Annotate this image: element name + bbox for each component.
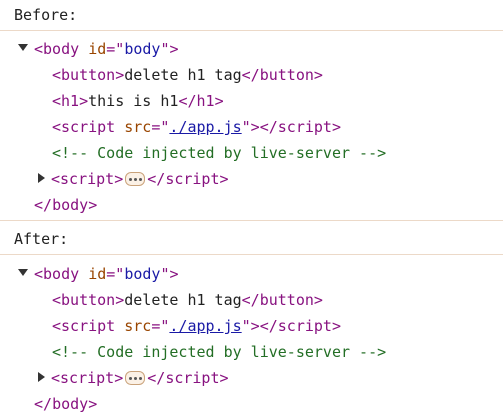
ellipsis-icon[interactable]: [125, 370, 146, 385]
triangle-down-icon[interactable]: [18, 269, 28, 276]
after-label: After:: [14, 230, 69, 248]
before-label: Before:: [14, 6, 78, 24]
before-h1-row[interactable]: <h1>this is h1</h1>: [52, 88, 224, 114]
after-divider: [0, 254, 503, 255]
triangle-right-icon[interactable]: [38, 172, 45, 183]
after-body-close-row[interactable]: </body>: [34, 391, 97, 417]
triangle-down-icon[interactable]: [18, 44, 28, 51]
after-body-open-row[interactable]: <body id="body">: [18, 261, 179, 287]
section-divider: [0, 220, 503, 221]
app-js-link[interactable]: ./app.js: [169, 118, 241, 136]
triangle-right-icon[interactable]: [38, 371, 45, 382]
before-comment-row[interactable]: <!-- Code injected by live-server -->: [52, 140, 386, 166]
before-collapsed-script-row[interactable]: <script> </script>: [38, 166, 229, 192]
after-collapsed-script-row[interactable]: <script> </script>: [38, 365, 229, 391]
after-script-src-row[interactable]: <script src="./app.js"></script>: [52, 313, 341, 339]
ellipsis-icon[interactable]: [125, 171, 146, 186]
before-body-open-row[interactable]: <body id="body">: [18, 36, 179, 62]
before-divider: [0, 30, 503, 31]
app-js-link[interactable]: ./app.js: [169, 317, 241, 335]
after-comment-row[interactable]: <!-- Code injected by live-server -->: [52, 339, 386, 365]
before-body-close-row[interactable]: </body>: [34, 192, 97, 218]
after-button-row[interactable]: <button>delete h1 tag</button>: [52, 287, 323, 313]
before-script-src-row[interactable]: <script src="./app.js"></script>: [52, 114, 341, 140]
before-button-row[interactable]: <button>delete h1 tag</button>: [52, 62, 323, 88]
